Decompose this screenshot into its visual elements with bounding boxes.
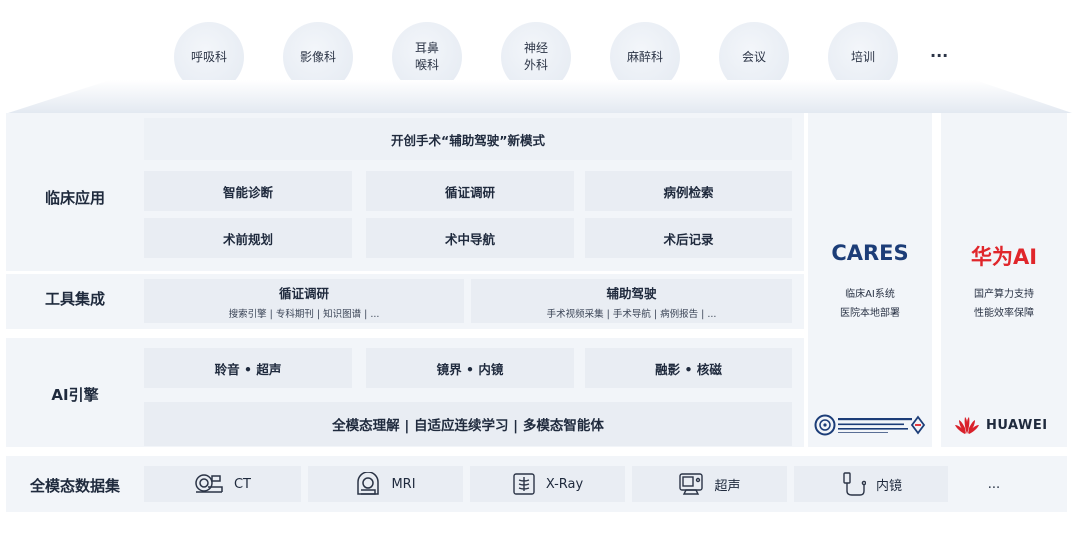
huawei-logo: HUAWEI	[954, 415, 1048, 435]
dataset-item-xray[interactable]: X-Ray	[470, 466, 625, 502]
huawei-description: 国产算力支持 性能效率保障	[941, 285, 1067, 323]
huawei-panel: 华为AI 国产算力支持 性能效率保障 HUAWEI	[941, 113, 1067, 447]
huawei-logo-text: HUAWEI	[986, 417, 1048, 433]
ai-item-label: 聆音 • 超声	[214, 361, 282, 377]
dataset-item-label: 内镜	[875, 478, 902, 494]
xray-icon	[513, 473, 535, 495]
tools-item-assist[interactable]: 辅助驾驶 手术视频采集 | 手术导航 | 病例报告 | ...	[471, 279, 792, 323]
ai-engine-label: AI引擎	[51, 386, 99, 404]
huawei-flower-icon	[955, 417, 979, 434]
clinical-item-evidence[interactable]: 循证调研	[366, 171, 574, 211]
dataset-label: 全模态数据集	[29, 477, 120, 495]
clinical-banner: 开创手术“辅助驾驶”新模式	[144, 118, 792, 160]
ai-item-mri[interactable]: 融影 • 核磁	[585, 348, 792, 388]
cas-logo-icon	[814, 414, 926, 436]
ai-engine-banner: 全模态理解 | 自适应连续学习 | 多模态智能体	[144, 402, 792, 446]
ai-item-ultrasound[interactable]: 聆音 • 超声	[144, 348, 352, 388]
ai-item-label: 镜界 • 内镜	[436, 361, 504, 377]
ai-engine-banner-text: 全模态理解 | 自适应连续学习 | 多模态智能体	[332, 418, 604, 434]
cares-line: 临床AI系统	[845, 289, 895, 300]
clinical-item-label: 术前规划	[222, 231, 273, 247]
clinical-item-label: 循证调研	[444, 184, 495, 200]
tools-label: 工具集成	[44, 290, 105, 308]
ai-item-endoscope[interactable]: 镜界 • 内镜	[366, 348, 574, 388]
endoscope-icon	[843, 472, 866, 496]
dataset-item-label: 超声	[714, 478, 741, 494]
tools-item-subtitle: 搜索引擎 | 专科期刊 | 知识图谱 | ...	[228, 308, 380, 320]
dataset-item-label: MRI	[391, 476, 416, 492]
mri-icon	[357, 472, 380, 495]
ct-scanner-icon	[195, 474, 223, 493]
clinical-item-label: 智能诊断	[222, 184, 273, 200]
clinical-item-postop[interactable]: 术后记录	[585, 218, 792, 258]
huawei-line: 性能效率保障	[974, 308, 1034, 319]
clinical-item-preop[interactable]: 术前规划	[144, 218, 352, 258]
huawei-ai-brand: 华为AI	[970, 245, 1038, 269]
clinical-banner-text: 开创手术“辅助驾驶”新模式	[391, 132, 545, 148]
huawei-line: 国产算力支持	[974, 289, 1034, 300]
cares-description: 临床AI系统 医院本地部署	[808, 285, 932, 323]
cares-line: 医院本地部署	[840, 308, 900, 319]
dataset-item-label: X-Ray	[545, 476, 584, 492]
roof-shape	[8, 80, 1072, 113]
dept-more: ···	[930, 46, 949, 65]
tools-item-evidence[interactable]: 循证调研 搜索引擎 | 专科期刊 | 知识图谱 | ...	[144, 279, 464, 323]
dataset-item-more: ...	[956, 466, 1032, 502]
cares-brand: CARES	[831, 241, 909, 265]
clinical-item-label: 术后记录	[663, 231, 714, 247]
tools-item-subtitle: 手术视频采集 | 手术导航 | 病例报告 | ...	[546, 308, 717, 320]
dataset-item-ct[interactable]: CT	[144, 466, 301, 502]
tools-item-title: 循证调研	[278, 285, 329, 301]
clinical-item-case-search[interactable]: 病例检索	[585, 171, 792, 211]
cares-panel: CARES 临床AI系统 医院本地部署	[808, 113, 932, 447]
tools-item-title: 辅助驾驶	[606, 285, 657, 301]
dataset-item-label: CT	[233, 476, 252, 492]
dataset-item-endoscope[interactable]: 内镜	[794, 466, 948, 502]
ultrasound-icon	[679, 473, 704, 495]
clinical-item-intraop[interactable]: 术中导航	[366, 218, 574, 258]
dataset-item-ultrasound[interactable]: 超声	[632, 466, 787, 502]
clinical-item-label: 病例检索	[663, 184, 714, 200]
ai-item-label: 融影 • 核磁	[655, 361, 722, 377]
clinical-item-diagnosis[interactable]: 智能诊断	[144, 171, 352, 211]
dataset-item-label: ...	[987, 476, 1001, 492]
clinical-item-label: 术中导航	[444, 231, 495, 247]
clinical-label: 临床应用	[44, 189, 105, 207]
dataset-item-mri[interactable]: MRI	[308, 466, 463, 502]
